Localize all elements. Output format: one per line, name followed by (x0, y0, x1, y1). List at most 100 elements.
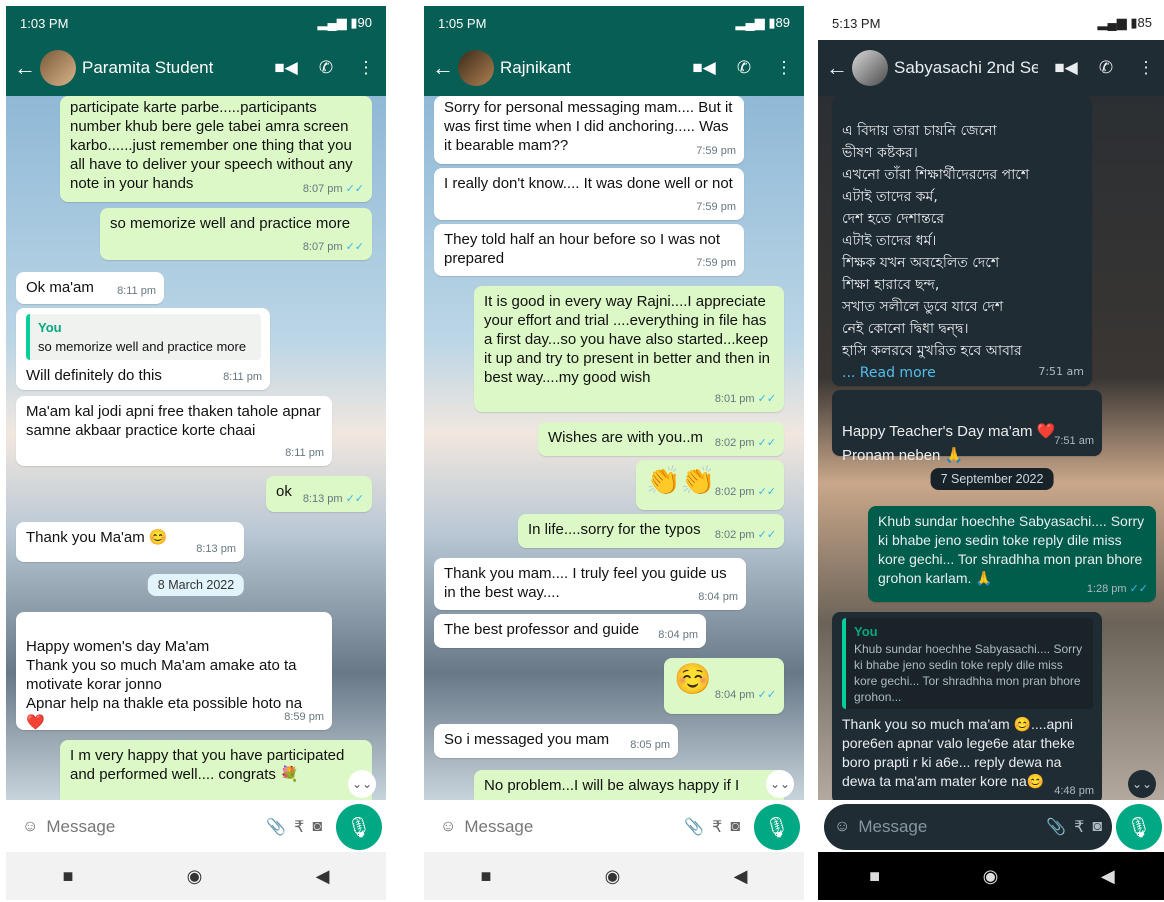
message-bubble[interactable]: ok 8:13 pm ✓✓ (266, 476, 372, 512)
message-bubble[interactable]: You so memorize well and practice more W… (16, 308, 270, 390)
back-arrow-icon[interactable]: ← (14, 55, 36, 81)
phone-call-icon[interactable]: ✆ (732, 58, 756, 78)
home-button-icon[interactable]: ◉ (605, 866, 621, 887)
home-button-icon[interactable]: ◉ (983, 866, 999, 887)
back-arrow-icon[interactable]: ← (432, 55, 454, 81)
payment-icon[interactable]: ₹ (712, 817, 722, 837)
message-bubble[interactable]: Happy Teacher's Day ma'am ❤️ Pronam nebe… (832, 390, 1102, 464)
message-bubble[interactable]: Ma'am kal jodi apni free thaken tahole a… (16, 396, 332, 466)
read-more-link[interactable]: ... Read more (842, 365, 936, 381)
video-call-icon[interactable]: ■◀ (274, 58, 298, 78)
message-bubble[interactable]: so memorize well and practice more 8:07 … (100, 208, 372, 260)
message-bubble[interactable]: I m very happy that you have participate… (60, 740, 372, 800)
more-options-icon[interactable]: ⋮ (354, 58, 378, 78)
camera-icon[interactable]: ◙ (1092, 818, 1102, 836)
message-bubble[interactable]: Khub sundar hoechhe Sabyasachi.... Sorry… (868, 506, 1156, 602)
contact-name[interactable]: Sabyasachi 2nd Sem (894, 58, 1038, 78)
message-bubble[interactable]: ☺️ 8:04 pm ✓✓ (664, 658, 784, 714)
chat-header: ← Sabyasachi 2nd Sem ■◀ ✆ ⋮ (818, 40, 1164, 96)
battery-indicator: ▂▄▆ ▮85 (1097, 15, 1152, 30)
status-bar: 1:03 PM ▂▄▆ ▮90 (6, 6, 386, 40)
scroll-down-button[interactable]: ⌄⌄ (348, 770, 376, 798)
status-bar: 1:05 PM ▂▄▆ ▮89 (424, 6, 804, 40)
phone-call-icon[interactable]: ✆ (314, 58, 338, 78)
contact-name[interactable]: Rajnikant (500, 58, 676, 78)
message-placeholder: Message (858, 817, 928, 836)
contact-name[interactable]: Paramita Student (82, 58, 258, 78)
back-button-icon[interactable]: ◀ (316, 866, 330, 887)
message-bubble[interactable]: Wishes are with you..m 8:02 pm ✓✓ (538, 422, 784, 456)
message-input[interactable]: ☺ Message 📎 ₹ ◙ (12, 804, 332, 850)
video-call-icon[interactable]: ■◀ (1054, 58, 1078, 78)
message-input[interactable]: ☺ Message 📎 ₹ ◙ (824, 804, 1112, 850)
phone-screen-2: 1:05 PM ▂▄▆ ▮89 ← Rajnikant ■◀ ✆ ⋮ Sorry… (424, 6, 804, 900)
chat-header: ← Rajnikant ■◀ ✆ ⋮ (424, 40, 804, 96)
recents-button-icon[interactable]: ■ (63, 866, 74, 887)
status-bar: 5:13 PM ▂▄▆ ▮85 (818, 6, 1164, 40)
scroll-down-button[interactable]: ⌄⌄ (766, 770, 794, 798)
payment-icon[interactable]: ₹ (294, 817, 304, 837)
emoji-icon[interactable]: ☺ (834, 818, 850, 836)
camera-icon[interactable]: ◙ (312, 818, 322, 836)
emoji-icon[interactable]: ☺ (440, 818, 456, 836)
message-bubble[interactable]: Thank you mam.... I truly feel you guide… (434, 558, 746, 610)
system-nav-bar: ■ ◉ ◀ (424, 852, 804, 900)
payment-icon[interactable]: ₹ (1074, 817, 1084, 837)
avatar[interactable] (40, 50, 76, 86)
avatar[interactable] (852, 50, 888, 86)
message-placeholder: Message (464, 817, 534, 836)
status-time: 5:13 PM (832, 15, 881, 31)
message-bubble[interactable]: 👏👏 8:02 pm ✓✓ (636, 460, 784, 510)
back-arrow-icon[interactable]: ← (826, 55, 848, 81)
attach-icon[interactable]: 📎 (266, 817, 286, 837)
message-bubble[interactable]: No problem...I will be always happy if I (474, 770, 784, 800)
message-bubble[interactable]: participate karte parbe.....participants… (60, 96, 372, 202)
quoted-message[interactable]: You so memorize well and practice more (26, 314, 261, 360)
message-bubble[interactable]: You Khub sundar hoechhe Sabyasachi.... S… (832, 612, 1102, 800)
message-bubble[interactable]: Ok ma'am 8:11 pm (16, 272, 164, 304)
attach-icon[interactable]: 📎 (684, 817, 704, 837)
chat-area[interactable]: এ বিদায় তারা চায়নি জেনো ভীষণ কষ্টকর। এ… (818, 96, 1164, 800)
back-button-icon[interactable]: ◀ (734, 866, 748, 887)
system-nav-bar: ■ ◉ ◀ (818, 852, 1164, 900)
camera-icon[interactable]: ◙ (730, 818, 740, 836)
status-time: 1:03 PM (20, 15, 69, 31)
message-placeholder: Message (46, 817, 116, 836)
message-bubble[interactable]: In life....sorry for the typos 8:02 pm ✓✓ (518, 514, 784, 548)
attach-icon[interactable]: 📎 (1046, 817, 1066, 837)
home-button-icon[interactable]: ◉ (187, 866, 203, 887)
date-divider: 8 March 2022 (147, 574, 245, 596)
back-button-icon[interactable]: ◀ (1101, 866, 1115, 887)
phone-screen-1: 1:03 PM ▂▄▆ ▮90 ← Paramita Student ■◀ ✆ … (6, 6, 386, 900)
message-bubble[interactable]: Sorry for personal messaging mam.... But… (434, 96, 744, 164)
mic-icon[interactable]: 🎙 (754, 804, 800, 850)
message-input[interactable]: ☺ Message 📎 ₹ ◙ (430, 804, 750, 850)
avatar[interactable] (458, 50, 494, 86)
status-time: 1:05 PM (438, 15, 487, 31)
mic-icon[interactable]: 🎙 (1116, 804, 1162, 850)
chat-area[interactable]: Sorry for personal messaging mam.... But… (424, 96, 804, 800)
battery-indicator: ▂▄▆ ▮89 (735, 15, 790, 30)
emoji-icon[interactable]: ☺ (22, 818, 38, 836)
recents-button-icon[interactable]: ■ (481, 866, 492, 887)
date-divider: 7 September 2022 (930, 468, 1054, 490)
message-bubble[interactable]: I really don't know.... It was done well… (434, 168, 744, 220)
message-bubble[interactable]: So i messaged you mam 8:05 pm (434, 724, 678, 758)
scroll-down-button[interactable]: ⌄⌄ (1128, 770, 1156, 798)
message-bubble[interactable]: এ বিদায় তারা চায়নি জেনো ভীষণ কষ্টকর। এ… (832, 96, 1092, 386)
battery-indicator: ▂▄▆ ▮90 (317, 15, 372, 30)
message-bubble[interactable]: It is good in every way Rajni....I appre… (474, 286, 784, 412)
message-bubble[interactable]: Happy women's day Ma'am Thank you so muc… (16, 612, 332, 731)
recents-button-icon[interactable]: ■ (869, 866, 880, 887)
more-options-icon[interactable]: ⋮ (772, 58, 796, 78)
chat-header: ← Paramita Student ■◀ ✆ ⋮ (6, 40, 386, 96)
quoted-message[interactable]: You Khub sundar hoechhe Sabyasachi.... S… (842, 618, 1093, 709)
mic-icon[interactable]: 🎙 (336, 804, 382, 850)
more-options-icon[interactable]: ⋮ (1134, 58, 1158, 78)
chat-area[interactable]: participate karte parbe.....participants… (6, 96, 386, 800)
message-bubble[interactable]: They told half an hour before so I was n… (434, 224, 744, 276)
message-bubble[interactable]: Thank you Ma'am 😊 8:13 pm (16, 522, 244, 562)
message-bubble[interactable]: The best professor and guide 8:04 pm (434, 614, 706, 648)
video-call-icon[interactable]: ■◀ (692, 58, 716, 78)
phone-call-icon[interactable]: ✆ (1094, 58, 1118, 78)
